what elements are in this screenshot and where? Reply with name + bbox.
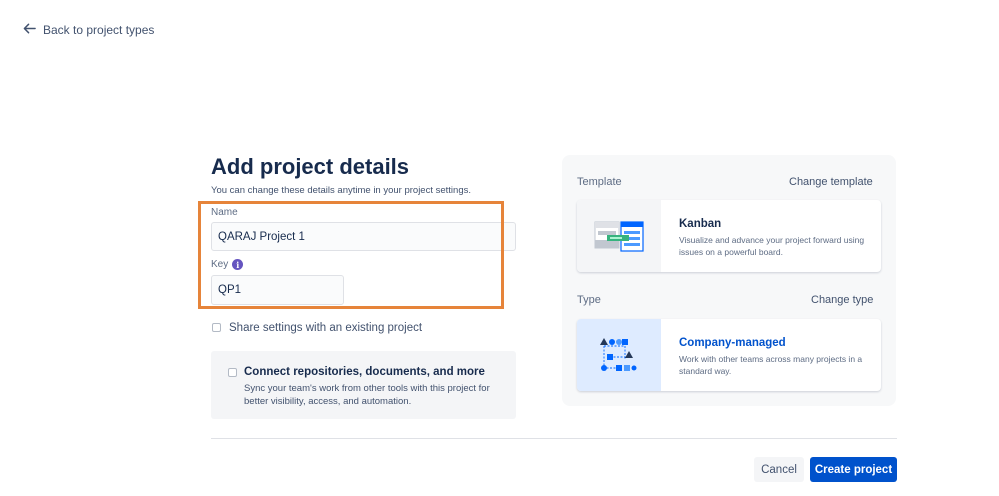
share-settings-label[interactable]: Share settings with an existing project — [229, 322, 422, 334]
name-input[interactable] — [211, 222, 516, 251]
connect-tools-title[interactable]: Connect repositories, documents, and mor… — [244, 366, 485, 378]
template-card[interactable]: Kanban Visualize and advance your projec… — [577, 200, 881, 272]
create-project-page: Back to project types Add project detail… — [0, 0, 999, 496]
template-description: Visualize and advance your project forwa… — [679, 235, 865, 257]
connect-tools-checkbox[interactable] — [228, 368, 237, 377]
key-label: Key i — [211, 259, 244, 270]
back-to-project-types-link[interactable]: Back to project types — [23, 22, 154, 38]
page-subtitle: You can change these details anytime in … — [211, 185, 472, 196]
key-input[interactable] — [211, 275, 344, 305]
company-managed-illustration — [577, 319, 661, 391]
name-label-text: Name — [211, 207, 238, 218]
type-description: Work with other teams across many projec… — [679, 354, 863, 376]
info-icon[interactable]: i — [232, 259, 244, 270]
change-template-link[interactable]: Change template — [789, 176, 873, 188]
create-project-button[interactable]: Create project — [810, 457, 897, 482]
back-link-label: Back to project types — [43, 23, 155, 37]
kanban-board-illustration — [577, 200, 661, 272]
connect-tools-description: Sync your team's work from other tools w… — [244, 383, 490, 407]
name-label: Name — [211, 207, 238, 218]
change-type-link[interactable]: Change type — [811, 294, 873, 306]
cancel-button[interactable]: Cancel — [754, 457, 804, 482]
arrow-left-icon — [23, 22, 36, 38]
page-title: Add project details — [211, 154, 410, 179]
type-card[interactable]: Company-managed Work with other teams ac… — [577, 319, 881, 391]
footer-divider — [211, 438, 897, 439]
key-label-text: Key — [211, 259, 229, 270]
template-name: Kanban — [679, 218, 722, 230]
share-settings-checkbox[interactable] — [212, 323, 221, 332]
type-section-label: Type — [577, 294, 601, 306]
template-section-label: Template — [577, 176, 622, 188]
type-name: Company-managed — [679, 337, 786, 349]
